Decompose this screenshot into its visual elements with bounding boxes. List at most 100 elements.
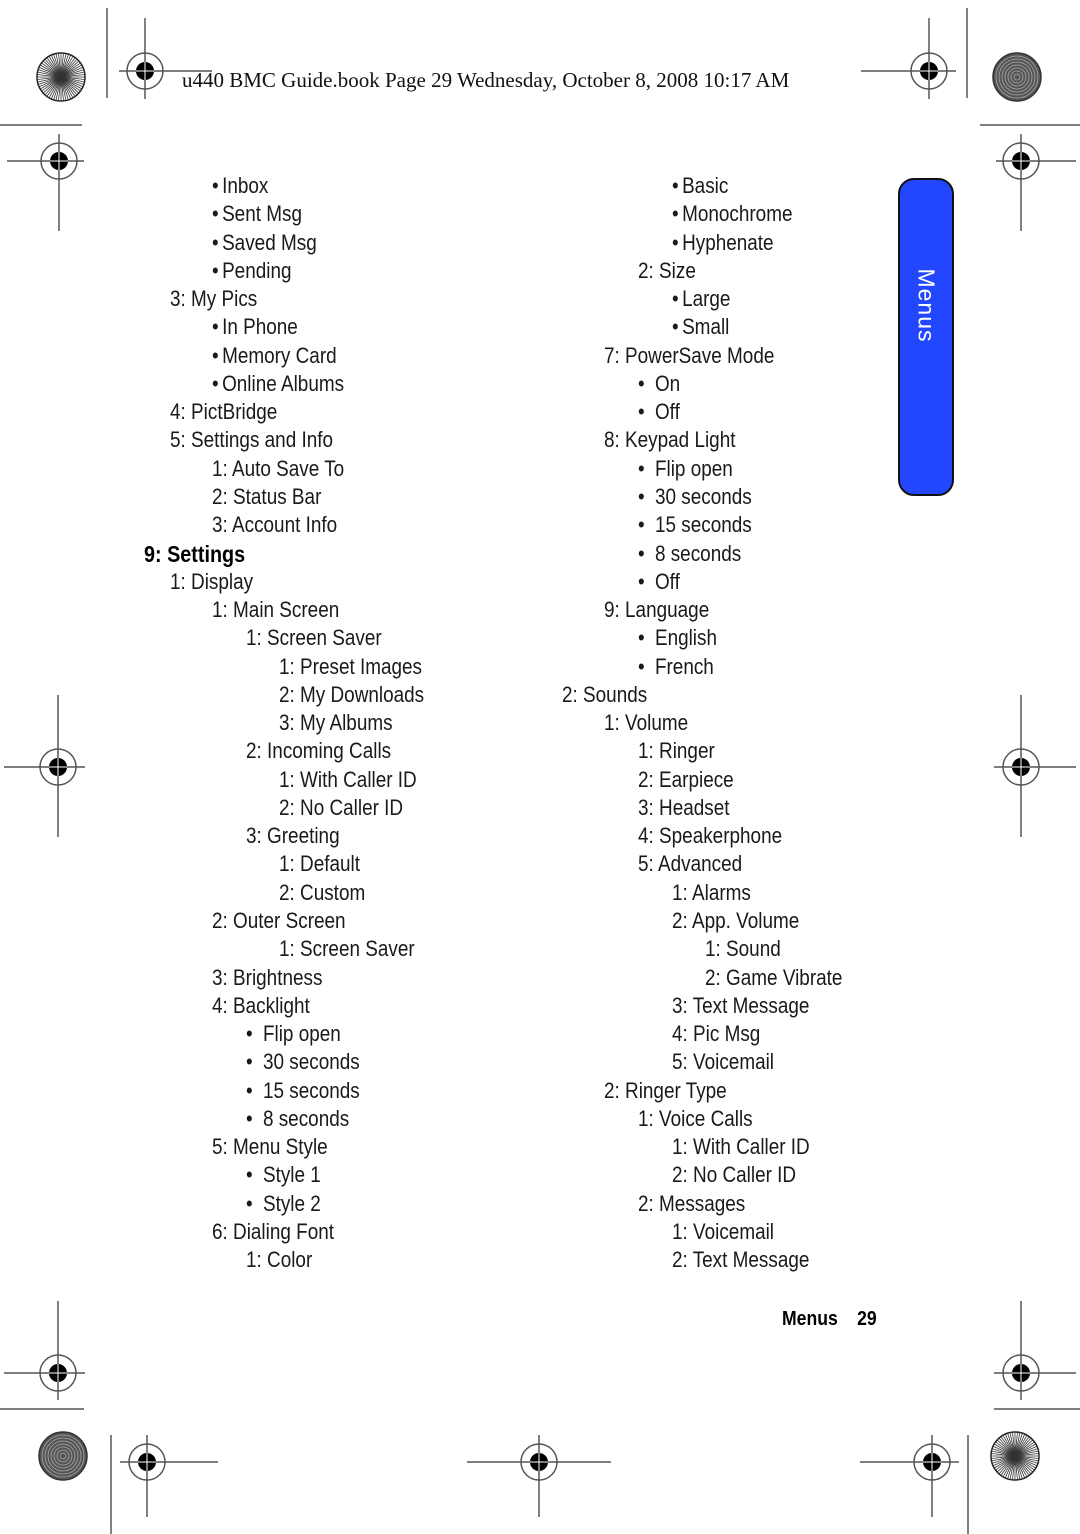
- menu-item-label: 1: Screen Saver: [279, 936, 415, 962]
- menu-item: 2: My Downloads: [279, 681, 424, 709]
- menu-item: • Hyphenate: [672, 229, 774, 257]
- menu-item: 3: Headset: [638, 794, 730, 822]
- menu-item-label: In Phone: [222, 314, 298, 340]
- menu-item: • In Phone: [212, 313, 298, 341]
- menu-item-label: 1: Auto Save To: [212, 455, 345, 481]
- color-bar-mark-icon: [38, 1431, 88, 1481]
- menu-item: 5: Settings and Info: [170, 426, 333, 454]
- menu-item: • Sent Msg: [212, 200, 302, 228]
- target-ring-icon: [39, 1354, 77, 1392]
- menu-item-label: 1: Color: [246, 1247, 313, 1273]
- menu-item-label: Flip open: [654, 455, 733, 481]
- bullet-icon: •: [212, 173, 219, 198]
- menu-item-label: 2: No Caller ID: [279, 794, 404, 820]
- menu-item: 5: Voicemail: [672, 1048, 774, 1076]
- menu-item-label: Sent Msg: [222, 201, 302, 227]
- menu-item: • 15 seconds: [638, 511, 752, 539]
- menu-item: 2: Messages: [638, 1190, 745, 1218]
- menu-item: 2: Size: [638, 257, 696, 285]
- target-ring-icon: [39, 748, 77, 786]
- menu-item-label: 7: PowerSave Mode: [604, 342, 775, 368]
- menu-item-label: 3: Greeting: [246, 823, 340, 849]
- menu-item: 1: With Caller ID: [279, 766, 417, 794]
- target-dot-icon: [1012, 152, 1030, 170]
- color-bar-mark-icon: [992, 52, 1042, 102]
- menu-item: • English: [638, 624, 717, 652]
- menu-item-label: 3: Account Info: [212, 512, 338, 538]
- menu-item-label: 9: Settings: [144, 540, 246, 567]
- bullet-icon: •: [672, 201, 679, 227]
- menu-item: • Basic: [672, 172, 728, 200]
- bullet-icon: •: [638, 625, 645, 651]
- target-dot-icon: [138, 1453, 156, 1471]
- page-footer: Menus 29: [782, 1308, 877, 1331]
- menu-item: 1: Alarms: [672, 879, 751, 907]
- menu-item: • Memory Card: [212, 342, 337, 370]
- bullet-icon: •: [212, 257, 219, 283]
- bullet-icon: •: [246, 1162, 253, 1188]
- menu-item-label: 3: Brightness: [212, 964, 323, 990]
- menu-item: 4: Pic Msg: [672, 1020, 760, 1048]
- menu-item: 5: Advanced: [638, 850, 742, 878]
- menu-item: • Flip open: [246, 1020, 341, 1048]
- target-dot-icon: [923, 1453, 941, 1471]
- target-dot-icon: [920, 62, 938, 80]
- menu-item: 1: Preset Images: [279, 653, 422, 681]
- menu-item-label: Inbox: [222, 173, 269, 198]
- bullet-icon: •: [638, 455, 645, 481]
- menu-item-label: French: [654, 653, 714, 679]
- menu-item: 2: No Caller ID: [672, 1161, 796, 1189]
- section-tab-menus[interactable]: Menus: [898, 178, 954, 496]
- bullet-icon: •: [638, 540, 645, 566]
- menu-item: • 8 seconds: [246, 1105, 349, 1133]
- menu-item-label: 1: Sound: [705, 936, 781, 962]
- bullet-icon: •: [638, 370, 645, 396]
- bullet-icon: •: [638, 568, 645, 594]
- menu-item-label: 9: Language: [604, 597, 710, 623]
- menu-item-label: 15 seconds: [654, 512, 752, 538]
- menu-item: 3: Account Info: [212, 511, 337, 539]
- bullet-icon: •: [212, 201, 219, 227]
- menu-item: 3: My Pics: [170, 285, 257, 313]
- menu-item: 2: Ringer Type: [604, 1077, 727, 1105]
- menu-item-label: 1: Volume: [604, 710, 689, 736]
- bullet-icon: •: [638, 483, 645, 509]
- menu-item-label: 2: Incoming Calls: [246, 738, 392, 764]
- menu-item-label: 4: PictBridge: [170, 399, 278, 425]
- print-header: u440 BMC Guide.book Page 29 Wednesday, O…: [182, 68, 790, 92]
- menu-item: • French: [638, 653, 714, 681]
- target-dot-icon: [49, 758, 67, 776]
- menu-item-label: 5: Advanced: [638, 851, 743, 877]
- menu-item-label: 3: My Albums: [279, 710, 393, 736]
- menu-item-label: 2: Outer Screen: [212, 908, 346, 934]
- menu-item: • Small: [672, 313, 729, 341]
- menu-item: 3: Text Message: [672, 992, 809, 1020]
- target-ring-icon: [910, 52, 948, 90]
- bullet-icon: •: [212, 342, 219, 368]
- menu-item: 2: App. Volume: [672, 907, 799, 935]
- menu-item: • 30 seconds: [246, 1048, 360, 1076]
- target-dot-icon: [50, 152, 68, 170]
- menu-item-label: Off: [654, 399, 680, 425]
- menu-item-label: 8: Keypad Light: [604, 427, 736, 453]
- menu-item-label: 2: Messages: [638, 1190, 746, 1216]
- target-dot-icon: [1012, 758, 1030, 776]
- menu-item-label: 3: My Pics: [170, 286, 258, 312]
- menu-item-label: 30 seconds: [654, 483, 752, 509]
- bullet-icon: •: [246, 1021, 253, 1047]
- menu-item: 1: With Caller ID: [672, 1133, 810, 1161]
- starburst-mark-icon: [990, 1431, 1040, 1481]
- menu-item-label: 4: Backlight: [212, 992, 310, 1018]
- bullet-icon: •: [638, 399, 645, 425]
- menu-item-label: Flip open: [262, 1021, 341, 1047]
- menu-item-label: Hyphenate: [682, 229, 774, 255]
- bullet-icon: •: [246, 1190, 253, 1216]
- target-ring-icon: [520, 1443, 558, 1481]
- menu-section-heading: 9: Settings: [144, 540, 245, 568]
- target-ring-icon: [1002, 142, 1040, 180]
- menu-item-label: English: [654, 625, 717, 651]
- target-ring-icon: [1002, 748, 1040, 786]
- menu-item: 9: Language: [604, 596, 709, 624]
- menu-item: • Flip open: [638, 455, 733, 483]
- menu-item-label: 8 seconds: [262, 1105, 350, 1131]
